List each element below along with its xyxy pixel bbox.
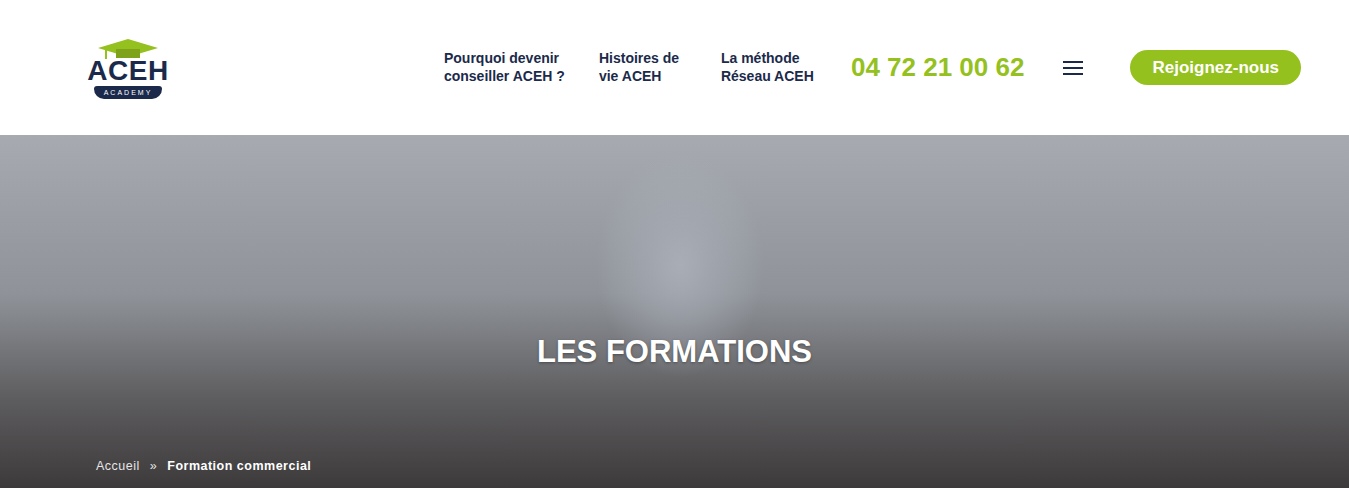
- breadcrumb-item[interactable]: Accueil: [96, 457, 140, 476]
- hero-banner: LES FORMATIONS Accueil » Formation commerc…: [0, 135, 1349, 488]
- menu-button[interactable]: [1062, 57, 1084, 79]
- site-header: ACEH ACADEMY Pourquoi devenir conseiller…: [0, 0, 1349, 135]
- breadcrumb-separator: »: [150, 457, 157, 476]
- hero-title: LES FORMATIONS: [0, 135, 1349, 370]
- nav-link[interactable]: Pourquoi devenir conseiller ACEH ?: [444, 50, 569, 85]
- phone-number[interactable]: 04 72 21 00 62: [851, 48, 1025, 87]
- logo-tagline: ACADEMY: [94, 86, 163, 99]
- nav-link[interactable]: La méthode Réseau ACEH: [721, 50, 821, 85]
- logo-name: ACEH: [87, 57, 168, 85]
- main-nav: Pourquoi devenir conseiller ACEH ? Histoi…: [444, 48, 1301, 87]
- hamburger-icon: [1062, 57, 1084, 79]
- nav-link[interactable]: Histoires de vie ACEH: [599, 50, 691, 85]
- breadcrumb: Accueil » Formation commercial: [0, 457, 1349, 488]
- logo[interactable]: ACEH ACADEMY: [72, 37, 184, 99]
- nav-links: Pourquoi devenir conseiller ACEH ? Histoi…: [444, 50, 821, 85]
- breadcrumb-item: Formation commercial: [167, 457, 311, 476]
- join-button[interactable]: Rejoignez-nous: [1130, 50, 1301, 86]
